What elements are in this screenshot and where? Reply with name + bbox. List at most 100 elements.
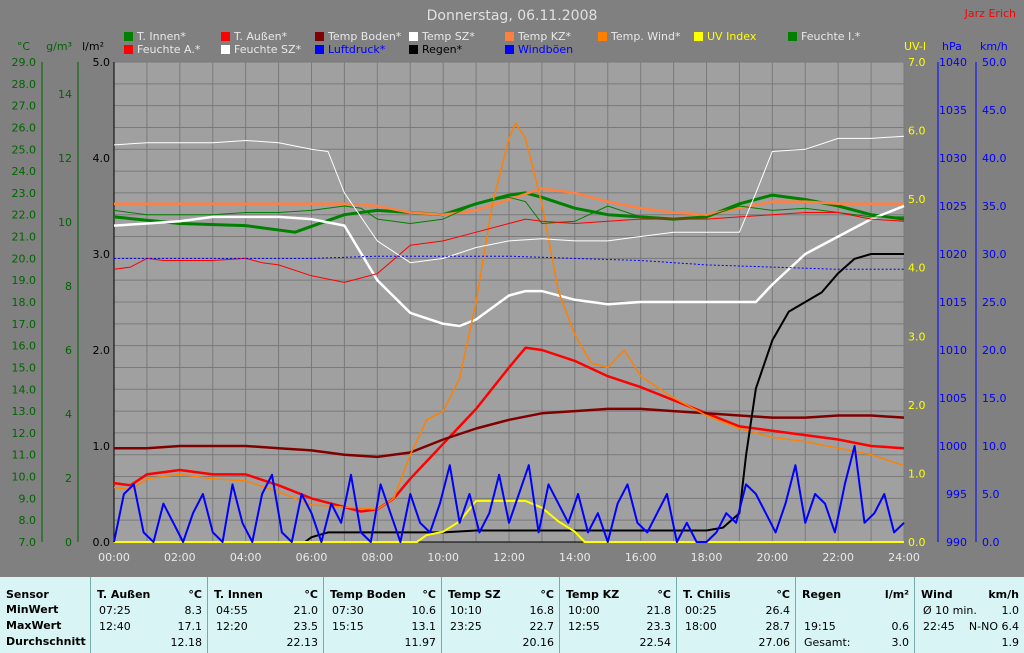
stats-max-time: 12:40 <box>99 620 131 633</box>
stats-min-time: Ø 10 min. <box>923 604 977 617</box>
stats-min-value: 26.4 <box>765 604 791 617</box>
pressure-tick-label: 1025 <box>939 200 967 213</box>
temp-tick-label: 13.0 <box>12 405 37 418</box>
stats-max-time: 12:55 <box>568 620 600 633</box>
wind-tick-label: 15.0 <box>982 392 1007 405</box>
temp-tick-label: 18.0 <box>12 296 37 309</box>
humidity-tick-label: 2 <box>65 472 72 485</box>
wind-tick-label: 10.0 <box>982 440 1007 453</box>
time-tick-label: 24:00 <box>888 551 920 564</box>
temp-tick-label: 14.0 <box>12 383 37 396</box>
temp-axis-unit: °C <box>17 40 31 53</box>
temp-tick-label: 23.0 <box>12 187 37 200</box>
stats-col-t-au-en: T. Außen °C 07:25 8.3 12:40 17.1 12.18 <box>90 577 208 653</box>
stats-max-time: 22:45 <box>923 620 955 633</box>
temp-tick-label: 28.0 <box>12 78 37 91</box>
legend-swatch <box>124 32 133 41</box>
stats-sensor-name: T. Innen <box>214 588 263 601</box>
stats-min-time: 10:00 <box>568 604 600 617</box>
stats-sensor-name: Temp SZ <box>448 588 501 601</box>
stats-row-label-sensor: Sensor <box>6 588 49 601</box>
pressure-tick-label: 1000 <box>939 440 967 453</box>
uv-axis-unit: UV-I <box>904 40 926 53</box>
humidity-tick-label: 0 <box>65 536 72 549</box>
legend-swatch <box>788 32 797 41</box>
wind-tick-label: 5.0 <box>982 488 1000 501</box>
stats-min-time: 07:30 <box>332 604 364 617</box>
time-tick-label: 16:00 <box>625 551 657 564</box>
legend-swatch <box>221 32 230 41</box>
stats-sensor-name: Temp KZ <box>566 588 620 601</box>
uv-tick-label: 7.0 <box>908 56 926 69</box>
legend-label: Feuchte SZ* <box>234 43 302 56</box>
stats-min-time: 04:55 <box>216 604 248 617</box>
temp-tick-label: 17.0 <box>12 318 37 331</box>
wind-tick-label: 0.0 <box>982 536 1000 549</box>
stats-avg-value: 22.13 <box>286 636 319 649</box>
stats-col-wind: Wind km/h Ø 10 min. 1.0 22:45 N-NO 6.4 1.9 <box>914 577 1024 653</box>
author-label: Jarz Erich <box>964 7 1016 20</box>
weather-chart: Donnerstag, 06.11.2008 Jarz Erich T. Inn… <box>12 7 1017 564</box>
wind-tick-label: 45.0 <box>982 104 1007 117</box>
pressure-tick-label: 1010 <box>939 344 967 357</box>
stats-min-time: 00:25 <box>685 604 717 617</box>
legend-label: UV Index <box>707 30 757 43</box>
humidity-tick-label: 14 <box>58 88 72 101</box>
temp-tick-label: 21.0 <box>12 231 37 244</box>
time-tick-label: 04:00 <box>230 551 262 564</box>
stats-avg-value: 11.97 <box>404 636 437 649</box>
legend-swatch <box>505 45 514 54</box>
stats-avg-value: 27.06 <box>758 636 791 649</box>
rain-tick-label: 5.0 <box>93 56 111 69</box>
rain-tick-label: 4.0 <box>93 152 111 165</box>
pressure-tick-label: 995 <box>946 488 967 501</box>
temp-tick-label: 8.0 <box>19 514 37 527</box>
stats-avg-label: Gesamt: <box>804 636 851 649</box>
stats-avg-value: 12.18 <box>170 636 203 649</box>
stats-max-value: 17.1 <box>177 620 203 633</box>
stats-max-value: 28.7 <box>765 620 791 633</box>
stats-max-time: 12:20 <box>216 620 248 633</box>
stats-min-value: 1.0 <box>1001 604 1020 617</box>
legend: T. Innen* T. Außen* Temp Boden* Temp SZ* Tem… <box>124 30 861 56</box>
time-tick-label: 18:00 <box>691 551 723 564</box>
temp-tick-label: 20.0 <box>12 252 37 265</box>
pressure-tick-label: 1030 <box>939 152 967 165</box>
stats-row-label-max: MaxWert <box>6 619 62 632</box>
stats-max-value: N-NO 6.4 <box>968 620 1019 633</box>
stats-min-value: 16.8 <box>529 604 555 617</box>
stats-avg-value: 20.16 <box>522 636 555 649</box>
stats-col-temp-boden: Temp Boden °C 07:30 10.6 15:15 13.1 11.97 <box>323 577 442 653</box>
humidity-tick-label: 10 <box>58 216 72 229</box>
stats-min-time: 10:10 <box>450 604 482 617</box>
pressure-tick-label: 1035 <box>939 104 967 117</box>
temp-tick-label: 11.0 <box>12 449 37 462</box>
uv-tick-label: 0.0 <box>908 536 926 549</box>
uv-tick-label: 6.0 <box>908 125 926 138</box>
stats-min-value: 21.8 <box>646 604 672 617</box>
legend-swatch <box>505 32 514 41</box>
wind-tick-label: 50.0 <box>982 56 1007 69</box>
stats-min-value: 10.6 <box>411 604 437 617</box>
pressure-tick-label: 1005 <box>939 392 967 405</box>
temp-tick-label: 10.0 <box>12 471 37 484</box>
stats-unit: km/h <box>988 588 1019 601</box>
uv-tick-label: 5.0 <box>908 193 926 206</box>
time-tick-label: 08:00 <box>361 551 393 564</box>
temp-tick-label: 19.0 <box>12 274 37 287</box>
stats-max-time: 15:15 <box>332 620 364 633</box>
time-tick-label: 14:00 <box>559 551 591 564</box>
temp-tick-label: 7.0 <box>19 536 37 549</box>
legend-label: T. Innen* <box>136 30 186 43</box>
stats-table: Sensor MinWert MaxWert Durchschnitt T. Außen… <box>0 577 1024 653</box>
pressure-tick-label: 990 <box>946 536 967 549</box>
temp-tick-label: 12.0 <box>12 427 37 440</box>
wind-tick-label: 35.0 <box>982 200 1007 213</box>
time-tick-label: 20:00 <box>756 551 788 564</box>
legend-swatch <box>409 45 418 54</box>
stats-unit: °C <box>422 588 436 601</box>
wind-axis-unit: km/h <box>980 40 1008 53</box>
stats-col-t-chilis: T. Chilis °C 00:25 26.4 18:00 28.7 27.06 <box>676 577 796 653</box>
humidity-tick-label: 8 <box>65 280 72 293</box>
legend-label: Temp KZ* <box>517 30 572 43</box>
